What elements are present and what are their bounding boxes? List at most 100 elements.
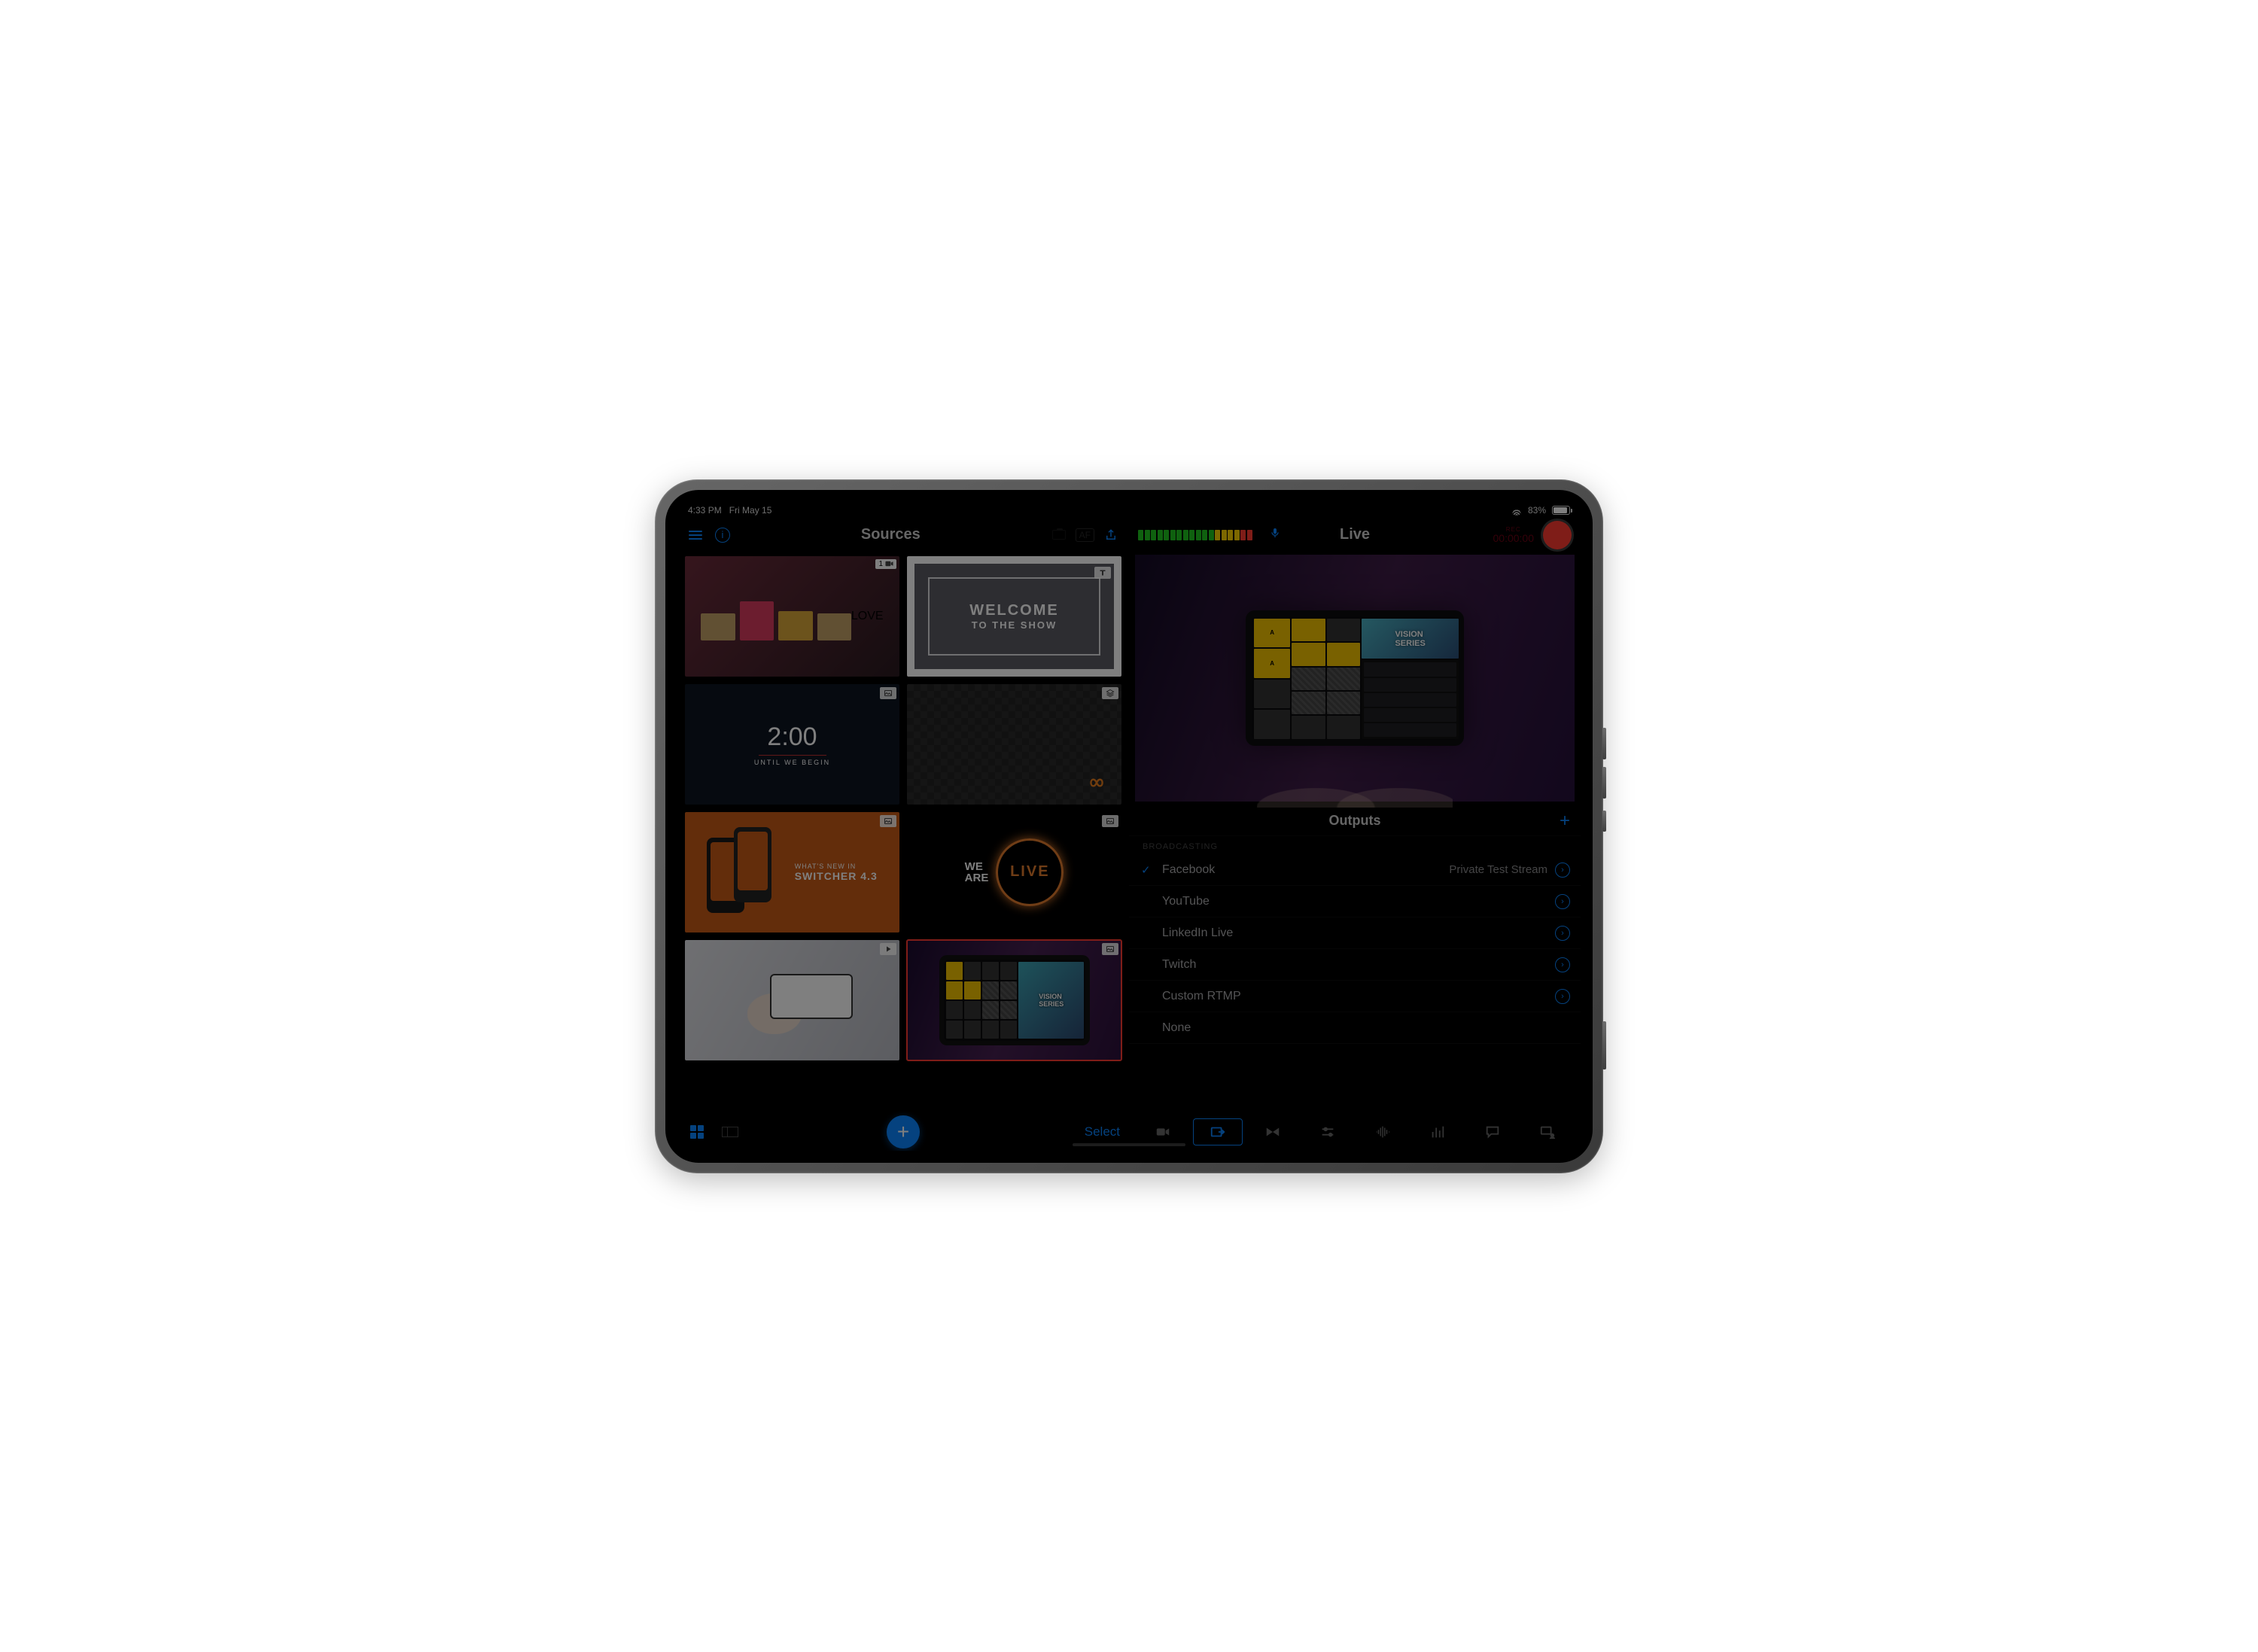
status-date: Fri May 15 (729, 505, 772, 516)
tab-chat[interactable] (1468, 1118, 1517, 1145)
tile-2-line2: TO THE SHOW (972, 619, 1057, 631)
videocam-icon (1155, 1124, 1171, 1140)
output-row-youtube[interactable]: YouTube › (1129, 886, 1581, 917)
wifi-icon (1511, 505, 1522, 516)
tile-6-we: WE (965, 861, 989, 872)
tab-levels[interactable] (1413, 1118, 1462, 1145)
output-row-custom-rtmp[interactable]: Custom RTMP › (1129, 981, 1581, 1012)
bars-icon (1429, 1124, 1446, 1140)
person-screen-icon (1539, 1124, 1556, 1140)
image-icon (1106, 945, 1115, 954)
tab-inputs[interactable] (1138, 1118, 1188, 1145)
source-tile-4[interactable] (907, 684, 1121, 805)
mic-button[interactable] (1269, 525, 1281, 544)
layout-icon (722, 1127, 738, 1137)
hamburger-icon (689, 531, 702, 540)
tile-8-vision: VISIONSERIES (1018, 962, 1084, 1039)
add-source-button[interactable]: + (887, 1115, 920, 1148)
output-name: LinkedIn Live (1162, 926, 1233, 940)
add-output-button[interactable]: + (1560, 811, 1570, 832)
chevron-right-icon: › (1555, 957, 1570, 972)
info-button[interactable]: i (712, 525, 733, 546)
volume-up-button[interactable] (1602, 728, 1606, 759)
screen: 4:33 PM Fri May 15 83% (677, 502, 1581, 1151)
chevron-right-icon: › (1555, 989, 1570, 1004)
battery-percent: 83% (1528, 505, 1546, 516)
chat-icon (1484, 1124, 1501, 1140)
source-tile-2[interactable]: WELCOME TO THE SHOW (907, 556, 1121, 677)
tile-5-line2: SWITCHER 4.3 (795, 870, 878, 882)
output-name: Twitch (1162, 958, 1196, 972)
layers-icon (1106, 689, 1115, 698)
autofocus-toggle[interactable]: AF (1076, 528, 1094, 542)
output-row-linkedin[interactable]: LinkedIn Live › (1129, 917, 1581, 949)
status-time: 4:33 PM (688, 505, 722, 516)
share-button[interactable] (1100, 525, 1121, 546)
tile-5-image-badge (880, 815, 896, 827)
timecode-value: 00:00:00 (1493, 533, 1535, 543)
checkmark-icon: ✓ (1141, 863, 1151, 877)
output-row-none[interactable]: None (1129, 1012, 1581, 1044)
side-button[interactable] (1602, 811, 1606, 832)
program-preview[interactable]: AA VISIONSERIES (1135, 555, 1575, 802)
output-row-twitch[interactable]: Twitch › (1129, 949, 1581, 981)
menu-button[interactable] (685, 525, 706, 546)
tile-6-are: ARE (965, 872, 989, 884)
live-panel: Live REC 00:00:00 AA (1129, 519, 1581, 1151)
play-icon (884, 945, 893, 954)
tile-3-time: 2:00 (767, 723, 817, 752)
sources-header: i Sources AF (677, 519, 1129, 552)
tab-controls[interactable] (1303, 1118, 1353, 1145)
camera-icon (1052, 530, 1066, 540)
output-icon (1210, 1124, 1226, 1140)
live-tab-bar (1129, 1113, 1581, 1151)
videocam-icon (885, 561, 893, 567)
source-tile-6[interactable]: WE ARE LIVE (907, 812, 1121, 932)
plus-icon: + (897, 1120, 909, 1144)
hardware-edge (1602, 1021, 1606, 1069)
camera-button[interactable] (1048, 525, 1070, 546)
chevron-right-icon: › (1555, 926, 1570, 941)
sliders-icon (1319, 1124, 1336, 1140)
output-row-facebook[interactable]: ✓ Facebook Private Test Stream › (1129, 854, 1581, 886)
source-tile-1[interactable]: LOVE 1 (685, 556, 899, 677)
tile-love-label: LOVE (851, 610, 884, 623)
output-name: Facebook (1162, 863, 1215, 877)
tile-3-sub: UNTIL WE BEGIN (754, 759, 830, 766)
grid-view-button[interactable] (686, 1121, 708, 1142)
source-tile-5[interactable]: WHAT'S NEW IN SWITCHER 4.3 (685, 812, 899, 932)
image-icon (1106, 817, 1115, 826)
share-icon (1104, 528, 1118, 542)
record-button[interactable] (1543, 521, 1572, 549)
source-tile-7[interactable] (685, 940, 899, 1060)
sources-bottom-bar: + Select (677, 1113, 1129, 1151)
text-icon (1098, 568, 1107, 577)
tab-display[interactable] (1248, 1118, 1298, 1145)
output-name: Custom RTMP (1162, 990, 1241, 1003)
tile-6-image-badge (1102, 815, 1118, 827)
ipad-device-frame: 4:33 PM Fri May 15 83% (655, 479, 1603, 1173)
tab-outputs[interactable] (1193, 1118, 1243, 1145)
tile-2-line1: WELCOME (969, 602, 1058, 619)
tile-6-live: LIVE (996, 838, 1064, 906)
layout-view-button[interactable] (720, 1121, 741, 1142)
outputs-title: Outputs (1329, 813, 1381, 829)
source-tile-8[interactable]: VISIONSERIES (907, 940, 1121, 1060)
tile-4-knot-icon (1087, 773, 1106, 793)
sources-panel: i Sources AF (677, 519, 1129, 1151)
home-indicator[interactable] (1073, 1143, 1185, 1146)
select-button[interactable]: Select (1085, 1124, 1120, 1139)
volume-down-button[interactable] (1602, 767, 1606, 799)
tab-audio[interactable] (1358, 1118, 1407, 1145)
output-status: Private Test Stream (1449, 863, 1547, 876)
tile-3-image-badge (880, 687, 896, 699)
waveform-icon (1374, 1124, 1391, 1140)
output-name: None (1162, 1021, 1191, 1035)
status-bar: 4:33 PM Fri May 15 83% (677, 502, 1581, 519)
source-tile-3[interactable]: 2:00 UNTIL WE BEGIN (685, 684, 899, 805)
sources-title: Sources (739, 526, 1042, 543)
tab-screen-share[interactable] (1523, 1118, 1572, 1145)
ipad-bezel: 4:33 PM Fri May 15 83% (665, 490, 1593, 1163)
tile-1-badge-num: 1 (878, 560, 883, 568)
sources-grid: LOVE 1 WELCOME TO THE SHOW (677, 552, 1129, 1113)
